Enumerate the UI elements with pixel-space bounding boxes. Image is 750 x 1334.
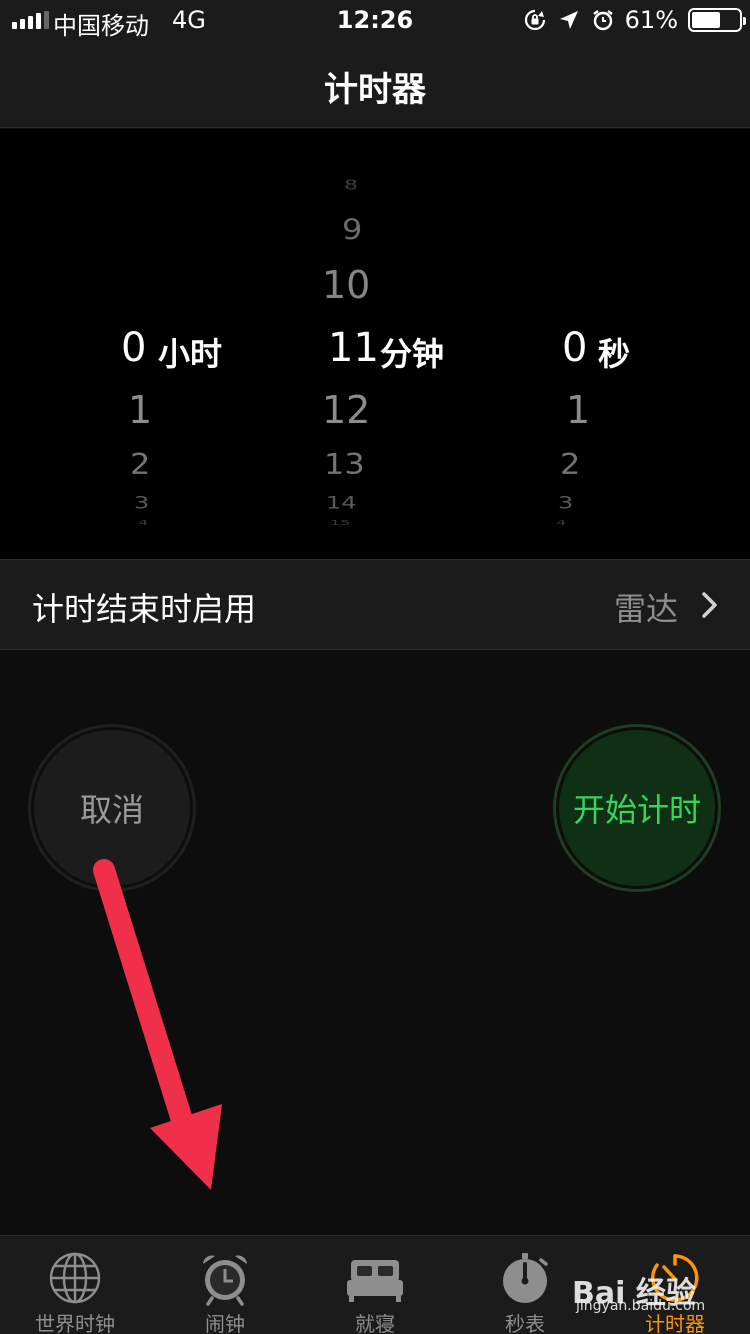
minutes-option: 13 [324,446,365,482]
timer-end-sound-row[interactable]: 计时结束时启用 雷达 [0,559,750,650]
hours-unit: 小时 [158,335,223,373]
tab-bedtime[interactable]: 就寝 [300,1236,450,1334]
minutes-option: 15 [330,518,351,527]
minutes-option: 8 [344,178,358,193]
tab-world-clock[interactable]: 世界时钟 [0,1236,150,1334]
battery-percent: 61% [624,6,678,34]
tab-label: 就寝 [355,1312,395,1334]
annotation-arrow-head [150,1104,222,1190]
tab-label: 闹钟 [205,1312,245,1334]
baidu-jingyan-watermark: Bai 经验 jingyan.baidu.com [572,1248,742,1318]
top-bar: 中国移动 4G 12:26 61% 计时器 [0,0,750,128]
minutes-option: 9 [342,213,363,247]
minutes-option: 12 [322,388,371,432]
hours-option: 1 [128,388,153,432]
cancel-button[interactable]: 取消 [34,730,190,886]
tab-alarm[interactable]: 闹钟 [150,1236,300,1334]
minutes-unit: 分钟 [380,335,445,373]
seconds-selected: 0 [562,325,588,371]
seconds-option: 3 [558,493,574,513]
minutes-option: 10 [322,263,371,307]
timer-end-sound-value: 雷达 [613,590,678,628]
timer-screen: 中国移动 4G 12:26 61% 计时器 0 小时 1 2 3 4 8 9 1… [0,0,750,1334]
battery-fill [692,12,721,28]
minutes-wheel[interactable]: 8 9 10 11 分钟 12 13 14 15 [250,129,500,559]
alarm-icon [591,8,615,32]
seconds-option: 4 [556,518,567,527]
minutes-selected: 11 [328,325,379,371]
start-button[interactable]: 开始计时 [559,730,715,886]
bed-icon [345,1250,405,1306]
minutes-option: 14 [326,493,357,513]
hours-selected: 0 [121,325,147,371]
location-arrow-icon [557,8,581,32]
globe-icon [45,1250,105,1306]
seconds-wheel[interactable]: 0 秒 1 2 3 4 [500,129,750,559]
hours-option: 4 [138,518,149,527]
status-bar: 中国移动 4G 12:26 61% [0,0,750,40]
annotation-arrow-shaft [93,859,193,1131]
status-icons: 61% [523,6,746,34]
seconds-option: 2 [560,446,581,482]
chevron-right-icon [698,590,722,620]
timer-end-sound-label: 计时结束时启用 [32,590,257,628]
seconds-option: 1 [566,388,591,432]
hours-option: 2 [130,446,151,482]
page-title: 计时器 [324,70,426,110]
seconds-unit: 秒 [598,335,631,373]
timer-picker[interactable]: 0 小时 1 2 3 4 8 9 10 11 分钟 12 13 14 15 0 … [0,129,750,559]
alarm-clock-icon [195,1250,255,1306]
hours-wheel[interactable]: 0 小时 1 2 3 4 [0,129,250,559]
hours-option: 3 [134,493,150,513]
stopwatch-icon [495,1250,555,1306]
watermark-url: jingyan.baidu.com [576,1298,706,1314]
orientation-lock-icon [523,8,547,32]
tab-label: 世界时钟 [35,1312,115,1334]
battery-icon [688,8,746,32]
